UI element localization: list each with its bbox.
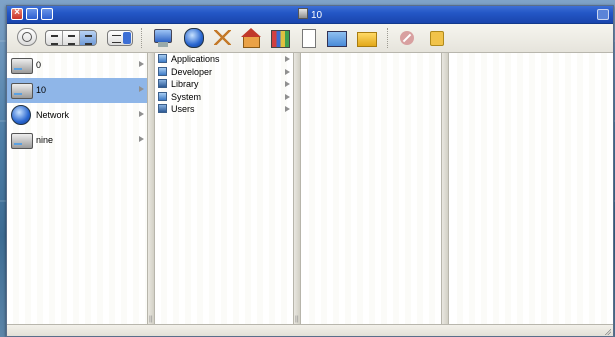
- toolbar-separator: [387, 28, 389, 48]
- resize-handle-icon[interactable]: [603, 327, 611, 335]
- folder-icon: [158, 54, 167, 63]
- finder-window: × 10 0 10 Network nine || Applications D…: [6, 5, 614, 337]
- disclosure-arrow-icon: [139, 86, 144, 92]
- folder-icon: [158, 91, 167, 101]
- column-browser: 0 10 Network nine || Applications Develo…: [7, 53, 613, 325]
- column-resize-handle[interactable]: ||: [293, 53, 301, 325]
- hard-disk-icon: [11, 55, 33, 75]
- volumes-column: 0 10 Network nine: [7, 53, 147, 325]
- window-title: 10: [7, 8, 613, 21]
- list-item-system[interactable]: System: [155, 91, 293, 104]
- toolbar: [7, 24, 613, 53]
- hard-disk-icon: [11, 80, 33, 100]
- sidebar-item-0[interactable]: 0: [7, 53, 147, 78]
- document-icon[interactable]: [297, 27, 319, 49]
- status-bar: [7, 324, 613, 336]
- disclosure-arrow-icon: [139, 111, 144, 117]
- view-icons-button[interactable]: [46, 31, 63, 45]
- disk-icon: [297, 8, 308, 19]
- disclosure-arrow-icon: [139, 136, 144, 142]
- volume-label: 0: [36, 60, 42, 70]
- folder-label: Library: [171, 79, 199, 89]
- disclosure-arrow-icon: [285, 68, 290, 75]
- list-item-developer[interactable]: Developer: [155, 66, 293, 79]
- network-icon[interactable]: [182, 27, 204, 49]
- sidebar-item-network[interactable]: Network: [7, 103, 147, 128]
- disclosure-arrow-icon: [285, 106, 290, 112]
- hard-disk-icon: [11, 130, 33, 150]
- toolbar-separator: [141, 28, 143, 48]
- folder-label: System: [171, 91, 202, 102]
- folder-label: Users: [171, 104, 195, 114]
- empty-column: [303, 53, 441, 325]
- disclosure-arrow-icon: [285, 81, 290, 87]
- empty-column: [451, 53, 613, 325]
- window-title-text: 10: [310, 10, 323, 21]
- disclosure-arrow-icon: [285, 93, 290, 100]
- disclosure-arrow-icon: [285, 56, 290, 62]
- view-columns-button[interactable]: [80, 31, 96, 45]
- sidebar-item-10[interactable]: 10: [7, 78, 147, 103]
- view-list-button[interactable]: [63, 31, 80, 45]
- new-folder-icon[interactable]: [355, 27, 377, 49]
- stop-icon[interactable]: [396, 27, 418, 49]
- info-icon[interactable]: [425, 27, 447, 49]
- column-resize-handle[interactable]: ||: [147, 53, 155, 325]
- folder-icon: [158, 104, 167, 113]
- volume-label: Network: [36, 110, 70, 120]
- back-button[interactable]: [17, 28, 37, 46]
- folder-label: Developer: [171, 66, 213, 77]
- title-bar[interactable]: × 10: [7, 6, 613, 24]
- folders-column: Applications Developer Library System Us: [155, 53, 293, 325]
- computer-icon[interactable]: [152, 27, 174, 49]
- list-item-users[interactable]: Users: [155, 103, 293, 116]
- action-menu-button[interactable]: [107, 30, 133, 46]
- view-mode-segmented-control[interactable]: [45, 30, 97, 46]
- sidebar-item-nine[interactable]: nine: [7, 128, 147, 153]
- volume-label: 10: [36, 85, 47, 95]
- grip-icon: ||: [295, 316, 299, 323]
- toolbar-toggle-button[interactable]: [597, 9, 609, 20]
- volume-label: nine: [36, 135, 54, 145]
- folder-icon: [158, 79, 167, 88]
- disclosure-arrow-icon: [139, 61, 144, 67]
- home-icon[interactable]: [240, 27, 262, 49]
- pictures-icon[interactable]: [325, 27, 347, 49]
- list-item-applications[interactable]: Applications: [155, 53, 293, 66]
- folder-icon: [158, 66, 167, 76]
- globe-icon: [11, 105, 31, 125]
- folder-label: Applications: [171, 54, 220, 64]
- list-item-library[interactable]: Library: [155, 78, 293, 91]
- applications-icon[interactable]: [212, 27, 234, 49]
- library-icon[interactable]: [269, 27, 291, 49]
- column-resize-handle[interactable]: [441, 53, 449, 325]
- grip-icon: ||: [149, 316, 153, 323]
